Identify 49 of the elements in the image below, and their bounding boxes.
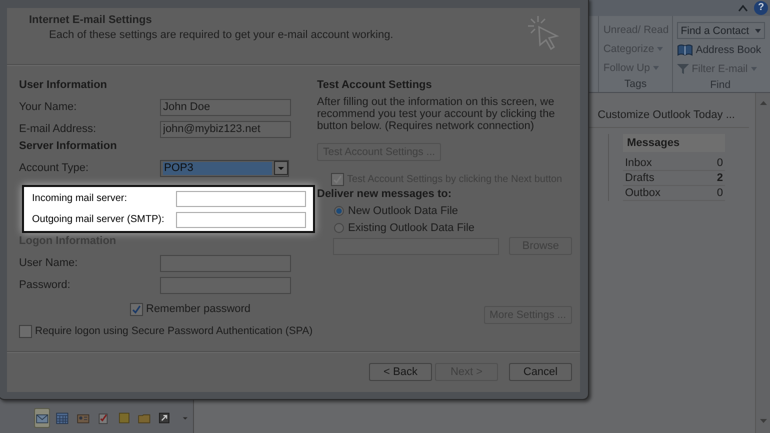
scrollbar[interactable] xyxy=(755,93,770,433)
section-heading: User Information xyxy=(19,79,108,93)
customize-link[interactable]: Customize Outlook Today ... xyxy=(598,109,735,121)
input-field[interactable] xyxy=(160,276,291,294)
input-field[interactable]: john@mybiz123.net xyxy=(160,120,291,138)
scroll-up-arrow-icon xyxy=(760,101,766,105)
checkbox[interactable]: Require logon using Secure Password Authentication (SPA) xyxy=(19,322,313,340)
dialog-title: Internet E-mail Settings xyxy=(29,14,153,26)
dialog-subtitle: Each of these settings are required to get your e-mail account working. xyxy=(48,29,394,41)
funnel-icon xyxy=(676,63,689,75)
input-field[interactable] xyxy=(160,254,291,272)
description-text: After filling out the information on this screen, we recommend you test your account by clicking the button below. (Requires network connection) xyxy=(317,96,556,134)
dropdown-caret-icon xyxy=(274,161,288,175)
field-label: Your Name: xyxy=(19,101,77,113)
folder-row[interactable]: Inbox 0 xyxy=(623,156,725,171)
button[interactable]: < Back xyxy=(369,363,432,381)
group-label: Find xyxy=(709,78,732,93)
section-heading: Deliver new messages to: xyxy=(317,188,453,202)
book-icon xyxy=(676,44,693,56)
checkbox[interactable]: Remember password xyxy=(19,300,251,318)
account-type-dropdown[interactable]: POP3 xyxy=(160,160,289,176)
envelope-icon[interactable] xyxy=(34,408,50,428)
field-label: Outgoing mail server (SMTP): xyxy=(32,214,164,225)
button[interactable]: Cancel xyxy=(509,363,572,381)
input-field[interactable]: John Doe xyxy=(160,98,291,116)
search-field[interactable]: Find a Contact xyxy=(676,22,765,39)
field-label: E-mail Address: xyxy=(19,123,96,135)
ribbon-button[interactable]: Address Book xyxy=(676,42,765,58)
folder-row[interactable]: Outbox 0 xyxy=(623,186,725,201)
radio-button[interactable]: New Outlook Data File xyxy=(317,202,572,219)
input-field[interactable] xyxy=(176,212,306,228)
field-label: User Name: xyxy=(19,257,78,269)
scroll-down-arrow-icon xyxy=(760,419,766,423)
checkmark-icon xyxy=(132,304,141,314)
section-heading: Test Account Settings xyxy=(317,79,433,93)
section-heading: Server Information xyxy=(19,140,118,154)
cursor-click-icon xyxy=(526,14,560,52)
field-label: Password: xyxy=(19,279,70,291)
folder-row[interactable]: Drafts 2 xyxy=(623,171,725,186)
collapse-caret-icon xyxy=(738,4,748,12)
dropdown-caret-icon xyxy=(755,28,761,32)
field-label: Incoming mail server: xyxy=(32,193,128,204)
radio-button[interactable]: Existing Outlook Data File xyxy=(317,219,572,236)
checkmark-icon xyxy=(333,174,342,184)
group-label: Tags xyxy=(623,77,648,92)
messages-heading: Messages xyxy=(623,134,725,152)
field-label: Account Type: xyxy=(19,162,89,174)
input-field[interactable] xyxy=(176,190,306,206)
help-button[interactable]: ? xyxy=(754,1,768,15)
